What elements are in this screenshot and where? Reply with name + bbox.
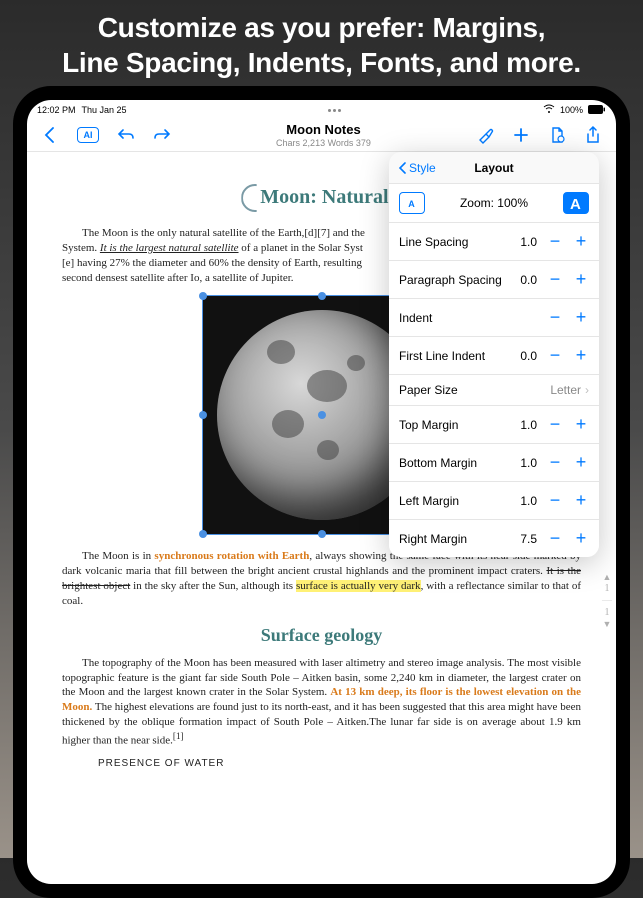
paragraph-spacing-row: Paragraph Spacing 0.0 − +: [389, 261, 599, 299]
paper-size-row[interactable]: Paper Size Letter ›: [389, 375, 599, 406]
multitask-dots[interactable]: [328, 109, 341, 112]
marketing-line1: Customize as you prefer: Margins,: [20, 10, 623, 45]
paragraph-spacing-minus[interactable]: −: [547, 269, 563, 290]
bottom-margin-minus[interactable]: −: [547, 452, 563, 473]
status-time: 12:02 PM: [37, 105, 76, 115]
first-line-indent-plus[interactable]: +: [573, 345, 589, 366]
document-title: Moon Notes: [276, 122, 371, 137]
right-margin-minus[interactable]: −: [547, 528, 563, 549]
document-settings-icon[interactable]: [548, 126, 566, 144]
marketing-banner: Customize as you prefer: Margins, Line S…: [0, 0, 643, 98]
popover-header: Style Layout: [389, 152, 599, 184]
marketing-line2: Line Spacing, Indents, Fonts, and more.: [20, 45, 623, 80]
zoom-out-button[interactable]: A: [399, 192, 425, 214]
subheading-surface-geology: Surface geology: [62, 625, 581, 646]
status-date: Thu Jan 25: [82, 105, 127, 115]
first-line-indent-row: First Line Indent 0.0 − +: [389, 337, 599, 375]
status-bar: 12:02 PM Thu Jan 25 100%: [27, 100, 616, 118]
popover-title: Layout: [474, 161, 513, 175]
document-stats: Chars 2,213 Words 379: [276, 138, 371, 148]
svg-text:A: A: [570, 196, 581, 211]
paragraph-spacing-plus[interactable]: +: [573, 269, 589, 290]
bottom-margin-row: Bottom Margin 1.0 − +: [389, 444, 599, 482]
app-toolbar: AI Moon Notes Chars 2,213 Words 379: [27, 118, 616, 152]
battery-icon: [588, 105, 606, 116]
ipad-frame: 12:02 PM Thu Jan 25 100% AI: [13, 86, 630, 898]
page-indicator[interactable]: ▲ 1 — 1 ▼: [602, 572, 612, 629]
top-margin-minus[interactable]: −: [547, 414, 563, 435]
redo-icon[interactable]: [153, 126, 171, 144]
bottom-margin-plus[interactable]: +: [573, 452, 589, 473]
top-margin-row: Top Margin 1.0 − +: [389, 406, 599, 444]
ipad-screen: 12:02 PM Thu Jan 25 100% AI: [27, 100, 616, 884]
first-line-indent-minus[interactable]: −: [547, 345, 563, 366]
line-spacing-row: Line Spacing 1.0 − +: [389, 223, 599, 261]
chevron-right-icon: ›: [585, 383, 589, 397]
paragraph-2: The Moon is in synchronous rotation with…: [62, 549, 581, 608]
right-margin-row: Right Margin 7.5 − +: [389, 520, 599, 557]
zoom-in-button[interactable]: A: [563, 192, 589, 214]
ai-icon[interactable]: AI: [77, 127, 99, 143]
indent-plus[interactable]: +: [573, 307, 589, 328]
battery-percent: 100%: [560, 105, 583, 115]
left-margin-row: Left Margin 1.0 − +: [389, 482, 599, 520]
indent-minus[interactable]: −: [547, 307, 563, 328]
add-icon[interactable]: [512, 126, 530, 144]
share-icon[interactable]: [584, 126, 602, 144]
line-spacing-plus[interactable]: +: [573, 231, 589, 252]
right-margin-plus[interactable]: +: [573, 528, 589, 549]
paragraph-3: The topography of the Moon has been meas…: [62, 656, 581, 749]
undo-icon[interactable]: [117, 126, 135, 144]
popover-back-button[interactable]: Style: [399, 161, 436, 175]
wifi-icon: [543, 104, 555, 116]
presence-of-water-label: PRESENCE OF WATER: [98, 758, 581, 769]
back-icon[interactable]: [41, 126, 59, 144]
format-brush-icon[interactable]: [476, 126, 494, 144]
left-margin-plus[interactable]: +: [573, 490, 589, 511]
zoom-label: Zoom: 100%: [460, 196, 528, 210]
left-margin-minus[interactable]: −: [547, 490, 563, 511]
zoom-row: A Zoom: 100% A: [389, 184, 599, 223]
crescent-moon-icon: [228, 184, 254, 210]
top-margin-plus[interactable]: +: [573, 414, 589, 435]
layout-popover: Style Layout A Zoom: 100% A Line Spacing…: [389, 152, 599, 557]
indent-row: Indent − +: [389, 299, 599, 337]
line-spacing-minus[interactable]: −: [547, 231, 563, 252]
svg-text:A: A: [408, 199, 415, 209]
